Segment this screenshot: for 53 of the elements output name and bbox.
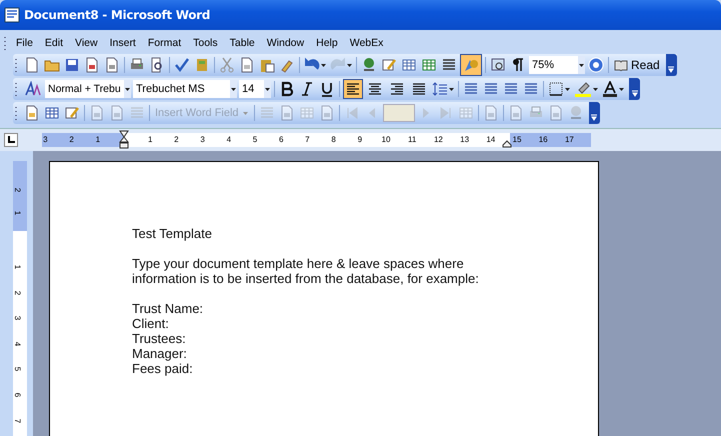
document-text-line: Trustees: [132,331,187,346]
document-text-line: Type your document template here & leave spaces where [132,256,465,271]
ruler-number: 1 [148,134,152,146]
ruler-number: 3 [12,316,22,320]
ruler-number: 3 [200,134,205,146]
ruler-number: 11 [408,134,416,146]
ruler-number: 9 [358,134,362,146]
read-button[interactable]: Read [612,58,662,72]
ruler-number: 5 [252,134,258,146]
document-text-line: information is to be inserted from the database, for example: [132,271,480,286]
ruler-number: 3 [43,134,48,146]
ruler-number: 6 [278,134,284,146]
ruler-number: 2 [12,188,22,192]
menu-item[interactable]: Table [224,36,261,48]
document-text-line: Client: [132,316,170,331]
ruler-number: 10 [382,134,390,146]
ruler-number: 12 [434,134,443,146]
ruler-number: 2 [12,290,22,295]
document-text-line: Test Template [132,226,213,241]
ruler-number: 2 [174,134,179,146]
ruler-number: 16 [538,134,548,146]
ruler-number: 2 [69,134,74,146]
document-text-line: Fees paid: [132,361,194,376]
window-title: Document8 - Microsoft Word [24,8,210,22]
menu-item[interactable]: Format [142,36,188,48]
menu-item[interactable]: View [69,36,104,48]
ruler-number: 8 [331,134,336,146]
menu-item[interactable]: WebEx [344,36,390,48]
ruler-number: 1 [96,134,100,146]
ruler-number: 1 [12,264,22,270]
menu-item[interactable]: Window [260,36,310,48]
zoom-dropdown[interactable]: 75% [529,56,585,74]
ruler-number: 4 [12,342,22,346]
menu-item[interactable]: Tools [187,36,224,48]
ruler-number: 1 [12,210,22,216]
ruler-number: 5 [12,367,22,372]
document-text-line: Trust Name: [132,301,204,316]
style-dropdown[interactable]: Normal + Trebu [45,80,131,98]
ruler-number: 6 [12,392,22,398]
ruler-number: 7 [305,134,310,146]
font-size-dropdown[interactable]: 14 [239,80,271,98]
menu-item[interactable]: Edit [38,36,70,48]
ruler-number: 14 [486,134,496,146]
ruler-number: 7 [12,418,22,423]
document-text-line: Manager: [132,346,188,361]
menu-item[interactable]: Insert [104,36,142,48]
ruler-number: 17 [564,134,574,146]
ruler-number: 4 [226,134,232,146]
menu-item[interactable]: Help [310,36,344,48]
font-dropdown[interactable]: Trebuchet MS [133,80,237,98]
menu-item[interactable]: File [10,36,39,48]
ruler-number: 13 [460,134,470,146]
ruler-number: 15 [512,134,522,146]
